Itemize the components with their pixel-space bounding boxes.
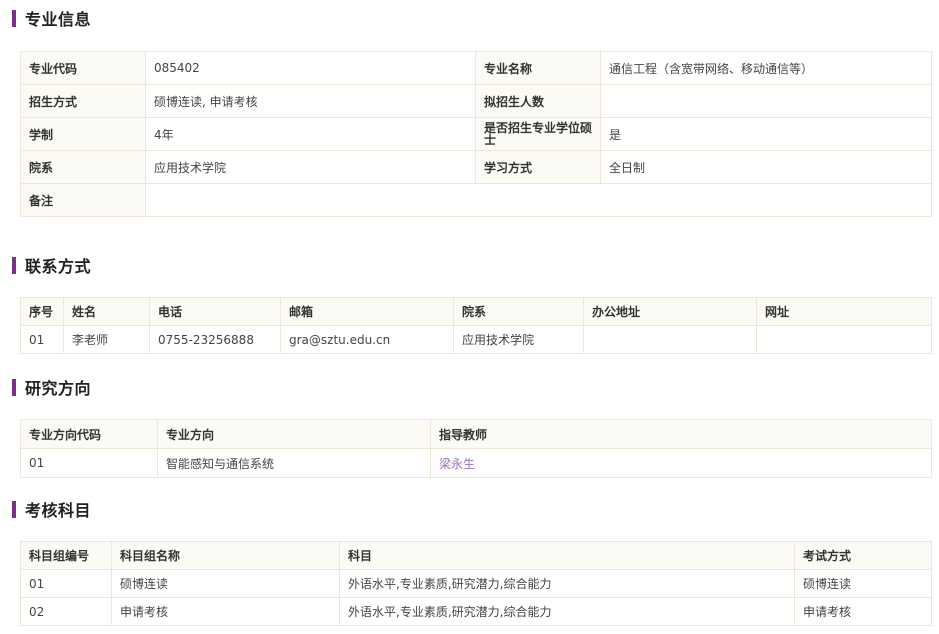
professional-degree-label: 是否招生专业学位硕士 bbox=[475, 117, 601, 151]
section-title-text: 考核科目 bbox=[25, 501, 92, 520]
exam-method: 硕博连读 bbox=[794, 569, 932, 598]
section-title-text: 研究方向 bbox=[25, 379, 92, 398]
section-title-research: 研究方向 bbox=[12, 377, 92, 398]
table-header-row: 专业方向代码 专业方向 指导教师 bbox=[20, 419, 932, 449]
col-header-department: 院系 bbox=[453, 297, 584, 326]
contact-name: 李老师 bbox=[63, 325, 150, 354]
exam-method: 申请考核 bbox=[794, 597, 932, 626]
table-row: 02 申请考核 外语水平,专业素质,研究潜力,综合能力 申请考核 bbox=[20, 597, 932, 626]
table-row: 院系 应用技术学院 学习方式 全日制 bbox=[20, 150, 932, 184]
table-header-row: 序号 姓名 电话 邮箱 院系 办公地址 网址 bbox=[20, 297, 932, 326]
section-accent-bar bbox=[12, 378, 16, 396]
subjects: 外语水平,专业素质,研究潜力,综合能力 bbox=[339, 597, 795, 626]
table-row: 01 智能感知与通信系统 梁永生 bbox=[20, 448, 932, 478]
direction-code: 01 bbox=[20, 448, 158, 478]
supervisor-cell: 梁永生 bbox=[430, 448, 932, 478]
group-number: 01 bbox=[20, 569, 112, 598]
program-code-value: 085402 bbox=[145, 51, 476, 85]
group-number: 02 bbox=[20, 597, 112, 626]
contact-index: 01 bbox=[20, 325, 64, 354]
study-mode-label: 学习方式 bbox=[475, 150, 601, 184]
department-value: 应用技术学院 bbox=[145, 150, 476, 184]
planned-enrollment-value bbox=[600, 84, 932, 118]
table-row: 01 李老师 0755-23256888 gra@sztu.edu.cn 应用技… bbox=[20, 325, 932, 354]
col-header-email: 邮箱 bbox=[280, 297, 454, 326]
contact-website bbox=[756, 325, 932, 354]
section-accent-bar bbox=[12, 500, 16, 518]
col-header-phone: 电话 bbox=[149, 297, 281, 326]
col-header-name: 姓名 bbox=[63, 297, 150, 326]
section-title-text: 联系方式 bbox=[25, 257, 92, 276]
program-name-label: 专业名称 bbox=[475, 51, 601, 85]
group-name: 申请考核 bbox=[111, 597, 340, 626]
section-title-text: 专业信息 bbox=[25, 10, 92, 29]
table-row: 学制 4年 是否招生专业学位硕士 是 bbox=[20, 117, 932, 151]
enroll-method-label: 招生方式 bbox=[20, 84, 146, 118]
subjects: 外语水平,专业素质,研究潜力,综合能力 bbox=[339, 569, 795, 598]
enroll-method-value: 硕博连读, 申请考核 bbox=[145, 84, 476, 118]
table-row: 招生方式 硕博连读, 申请考核 拟招生人数 bbox=[20, 84, 932, 118]
col-header-supervisor: 指导教师 bbox=[430, 419, 932, 449]
section-title-contact: 联系方式 bbox=[12, 255, 92, 276]
program-info-table: 专业代码 085402 专业名称 通信工程（含宽带网络、移动通信等） 招生方式 … bbox=[20, 51, 932, 217]
department-label: 院系 bbox=[20, 150, 146, 184]
note-label: 备注 bbox=[20, 183, 146, 217]
group-name: 硕博连读 bbox=[111, 569, 340, 598]
table-header-row: 科目组编号 科目组名称 科目 考试方式 bbox=[20, 541, 932, 570]
professional-degree-value: 是 bbox=[600, 117, 932, 151]
exam-subjects-table: 科目组编号 科目组名称 科目 考试方式 01 硕博连读 外语水平,专业素质,研究… bbox=[20, 541, 932, 626]
table-row: 01 硕博连读 外语水平,专业素质,研究潜力,综合能力 硕博连读 bbox=[20, 569, 932, 598]
col-header-index: 序号 bbox=[20, 297, 64, 326]
research-direction-table: 专业方向代码 专业方向 指导教师 01 智能感知与通信系统 梁永生 bbox=[20, 419, 932, 478]
col-header-subjects: 科目 bbox=[339, 541, 795, 570]
section-title-exam: 考核科目 bbox=[12, 499, 92, 520]
section-accent-bar bbox=[12, 9, 16, 27]
duration-value: 4年 bbox=[145, 117, 476, 151]
col-header-direction-code: 专业方向代码 bbox=[20, 419, 158, 449]
section-title-info: 专业信息 bbox=[12, 8, 92, 29]
contact-phone: 0755-23256888 bbox=[149, 325, 281, 354]
contact-table: 序号 姓名 电话 邮箱 院系 办公地址 网址 01 李老师 0755-23256… bbox=[20, 297, 932, 354]
contact-email: gra@sztu.edu.cn bbox=[280, 325, 454, 354]
col-header-direction: 专业方向 bbox=[157, 419, 431, 449]
duration-label: 学制 bbox=[20, 117, 146, 151]
direction-name: 智能感知与通信系统 bbox=[157, 448, 431, 478]
note-value bbox=[145, 183, 932, 217]
contact-office bbox=[583, 325, 757, 354]
col-header-website: 网址 bbox=[756, 297, 932, 326]
program-code-label: 专业代码 bbox=[20, 51, 146, 85]
col-header-exam-method: 考试方式 bbox=[794, 541, 932, 570]
supervisor-link[interactable]: 梁永生 bbox=[439, 457, 475, 471]
table-row: 专业代码 085402 专业名称 通信工程（含宽带网络、移动通信等） bbox=[20, 51, 932, 85]
col-header-office: 办公地址 bbox=[583, 297, 757, 326]
col-header-group-name: 科目组名称 bbox=[111, 541, 340, 570]
table-row: 备注 bbox=[20, 183, 932, 217]
contact-department: 应用技术学院 bbox=[453, 325, 584, 354]
program-name-value: 通信工程（含宽带网络、移动通信等） bbox=[600, 51, 932, 85]
section-accent-bar bbox=[12, 256, 16, 274]
planned-enrollment-label: 拟招生人数 bbox=[475, 84, 601, 118]
study-mode-value: 全日制 bbox=[600, 150, 932, 184]
col-header-group-number: 科目组编号 bbox=[20, 541, 112, 570]
